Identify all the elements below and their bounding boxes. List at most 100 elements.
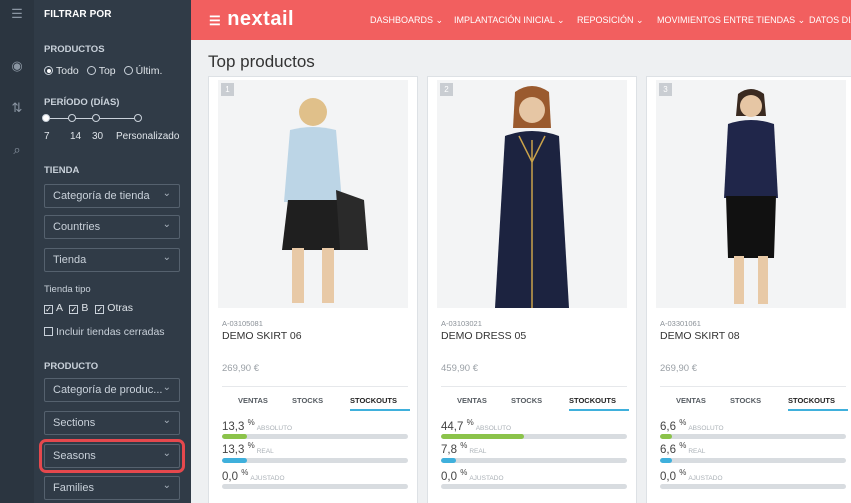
tick-label: 30	[92, 131, 104, 142]
slider-dot-7[interactable]	[42, 114, 50, 122]
chevron-down-icon: ⌄	[162, 188, 171, 199]
select-families[interactable]: Families ⌄	[44, 476, 180, 500]
rank-badge: 1	[221, 83, 234, 96]
nav-reposicion[interactable]: REPOSICIÓN ⌄	[577, 15, 644, 26]
tick-label: 14	[70, 131, 82, 142]
product-code: A-03105081	[222, 319, 263, 328]
active-tab-underline	[569, 409, 629, 411]
radio-label: Todo	[56, 65, 79, 77]
tab-stockouts[interactable]: STOCKOUTS	[788, 396, 835, 405]
slider-dot-custom[interactable]	[134, 114, 142, 122]
metric-bar	[660, 484, 846, 489]
metric-bar-fill	[660, 434, 673, 439]
chevron-down-icon: ⌄	[162, 382, 171, 393]
tab-stockouts[interactable]: STOCKOUTS	[350, 396, 397, 405]
metric-label: AJUSTADO	[250, 474, 285, 482]
radio-todo[interactable]: Todo	[44, 65, 79, 77]
metric-real: 6,6 %REAL	[660, 441, 705, 456]
tab-ventas[interactable]: VENTAS	[457, 396, 487, 405]
metric-bar	[441, 484, 627, 489]
tab-stocks[interactable]: STOCKS	[511, 396, 542, 405]
tab-ventas[interactable]: VENTAS	[676, 396, 706, 405]
select-countries[interactable]: Countries ⌄	[44, 215, 180, 239]
select-categoria-tienda[interactable]: Categoría de tienda ⌄	[44, 184, 180, 208]
metric-label: REAL	[256, 447, 274, 455]
metric-value: 0,0	[222, 470, 238, 483]
metric-bar-fill	[222, 434, 247, 439]
metric-bar-fill	[660, 458, 673, 463]
checkbox-label: A	[56, 302, 63, 314]
product-image: 3	[656, 80, 846, 308]
tab-stockouts[interactable]: STOCKOUTS	[569, 396, 616, 405]
rank-badge: 3	[659, 83, 672, 96]
logo-text: nextail	[227, 8, 295, 30]
product-name: DEMO SKIRT 06	[222, 330, 302, 342]
slider-dot-30[interactable]	[92, 114, 100, 122]
checkbox-tiendas-cerradas[interactable]: Incluir tiendas cerradas	[44, 326, 165, 338]
checkbox-a[interactable]: ✓ A	[44, 302, 62, 314]
checkbox-b[interactable]: ✓ B	[69, 302, 88, 314]
select-categoria-producto[interactable]: Categoría de produc... ⌄	[44, 378, 180, 402]
metric-label: ABSOLUTO	[688, 424, 724, 432]
tab-stocks[interactable]: STOCKS	[730, 396, 761, 405]
nextail-logo[interactable]: ☰ nextail	[209, 8, 294, 31]
sliders-icon[interactable]: ☰	[0, 6, 34, 22]
active-tab-underline	[788, 409, 848, 411]
slider-dot-14[interactable]	[68, 114, 76, 122]
eye-icon[interactable]: ◉	[0, 58, 34, 74]
metric-value: 6,6	[660, 443, 676, 456]
product-image: 1	[218, 80, 408, 308]
select-tienda[interactable]: Tienda ⌄	[44, 248, 180, 272]
metric-value: 0,0	[660, 470, 676, 483]
checkbox-otras[interactable]: ✓ Otras	[95, 302, 133, 314]
product-image: 2	[437, 80, 627, 308]
select-sections[interactable]: Sections ⌄	[44, 411, 180, 435]
tienda-tipo-group: ✓ A ✓ B ✓ Otras	[44, 302, 133, 314]
metric-bar	[222, 434, 408, 439]
radio-ultim[interactable]: Últim.	[123, 65, 162, 77]
select-value: Sections	[53, 417, 96, 429]
nav-movimientos[interactable]: MOVIMIENTOS ENTRE TIENDAS ⌄	[657, 15, 805, 26]
metric-tabs: VENTAS STOCKS STOCKOUTS	[441, 386, 629, 411]
product-code: A-03301061	[660, 319, 701, 328]
metric-bar	[222, 484, 408, 489]
tab-ventas[interactable]: VENTAS	[238, 396, 268, 405]
select-value: Categoría de produc...	[53, 384, 163, 396]
product-name: DEMO SKIRT 08	[660, 330, 740, 342]
metric-label: AJUSTADO	[469, 474, 504, 482]
metric-bar-fill	[441, 458, 456, 463]
product-photo-blouse	[724, 89, 778, 304]
metric-unit: %	[247, 441, 255, 450]
product-card[interactable]: 1 A-03105081 DEMO SKIRT 06 269,90 € VENT…	[208, 76, 418, 503]
checkbox-icon	[44, 327, 53, 336]
rank-badge: 2	[440, 83, 453, 96]
metric-value: 7,8	[441, 443, 457, 456]
logo-icon: ☰	[209, 13, 222, 28]
product-card[interactable]: 3 A-03301061 DEMO SKIRT 08 269,90 € VENT…	[646, 76, 851, 503]
product-photo-dress	[495, 86, 569, 308]
select-value: Tienda	[53, 254, 87, 266]
radio-top[interactable]: Top	[86, 65, 116, 77]
tab-stocks[interactable]: STOCKS	[292, 396, 323, 405]
metric-ajustado: 0,0 %AJUSTADO	[222, 468, 285, 483]
metric-unit: %	[241, 468, 249, 477]
metric-unit: %	[466, 418, 474, 427]
nav-dashboards[interactable]: DASHBOARDS ⌄	[370, 15, 443, 26]
metric-bar	[222, 458, 408, 463]
metric-unit: %	[679, 441, 687, 450]
chevron-down-icon: ⌄	[162, 480, 171, 491]
product-card[interactable]: 2 A-03103021 DEMO DRESS 05 459,90 € VENT…	[427, 76, 637, 503]
metric-ajustado: 0,0 %AJUSTADO	[660, 468, 723, 483]
nav-implantacion-inicial[interactable]: IMPLANTACIÓN INICIAL ⌄	[454, 15, 565, 26]
icon-rail: ☰ ◉ ⇅ ⌕	[0, 0, 34, 503]
select-seasons[interactable]: Seasons ⌄	[39, 439, 185, 473]
producto-label: PRODUCTO	[44, 361, 99, 372]
metric-value: 6,6	[660, 420, 676, 433]
nav-datos-dia[interactable]: DATOS DIA	[809, 15, 851, 25]
sort-icon[interactable]: ⇅	[0, 100, 34, 116]
metric-label: REAL	[688, 447, 706, 455]
metric-real: 13,3 %REAL	[222, 441, 274, 456]
search-icon[interactable]: ⌕	[0, 142, 34, 158]
chevron-down-icon: ⌄	[162, 252, 171, 263]
checkbox-label: Otras	[107, 302, 133, 314]
